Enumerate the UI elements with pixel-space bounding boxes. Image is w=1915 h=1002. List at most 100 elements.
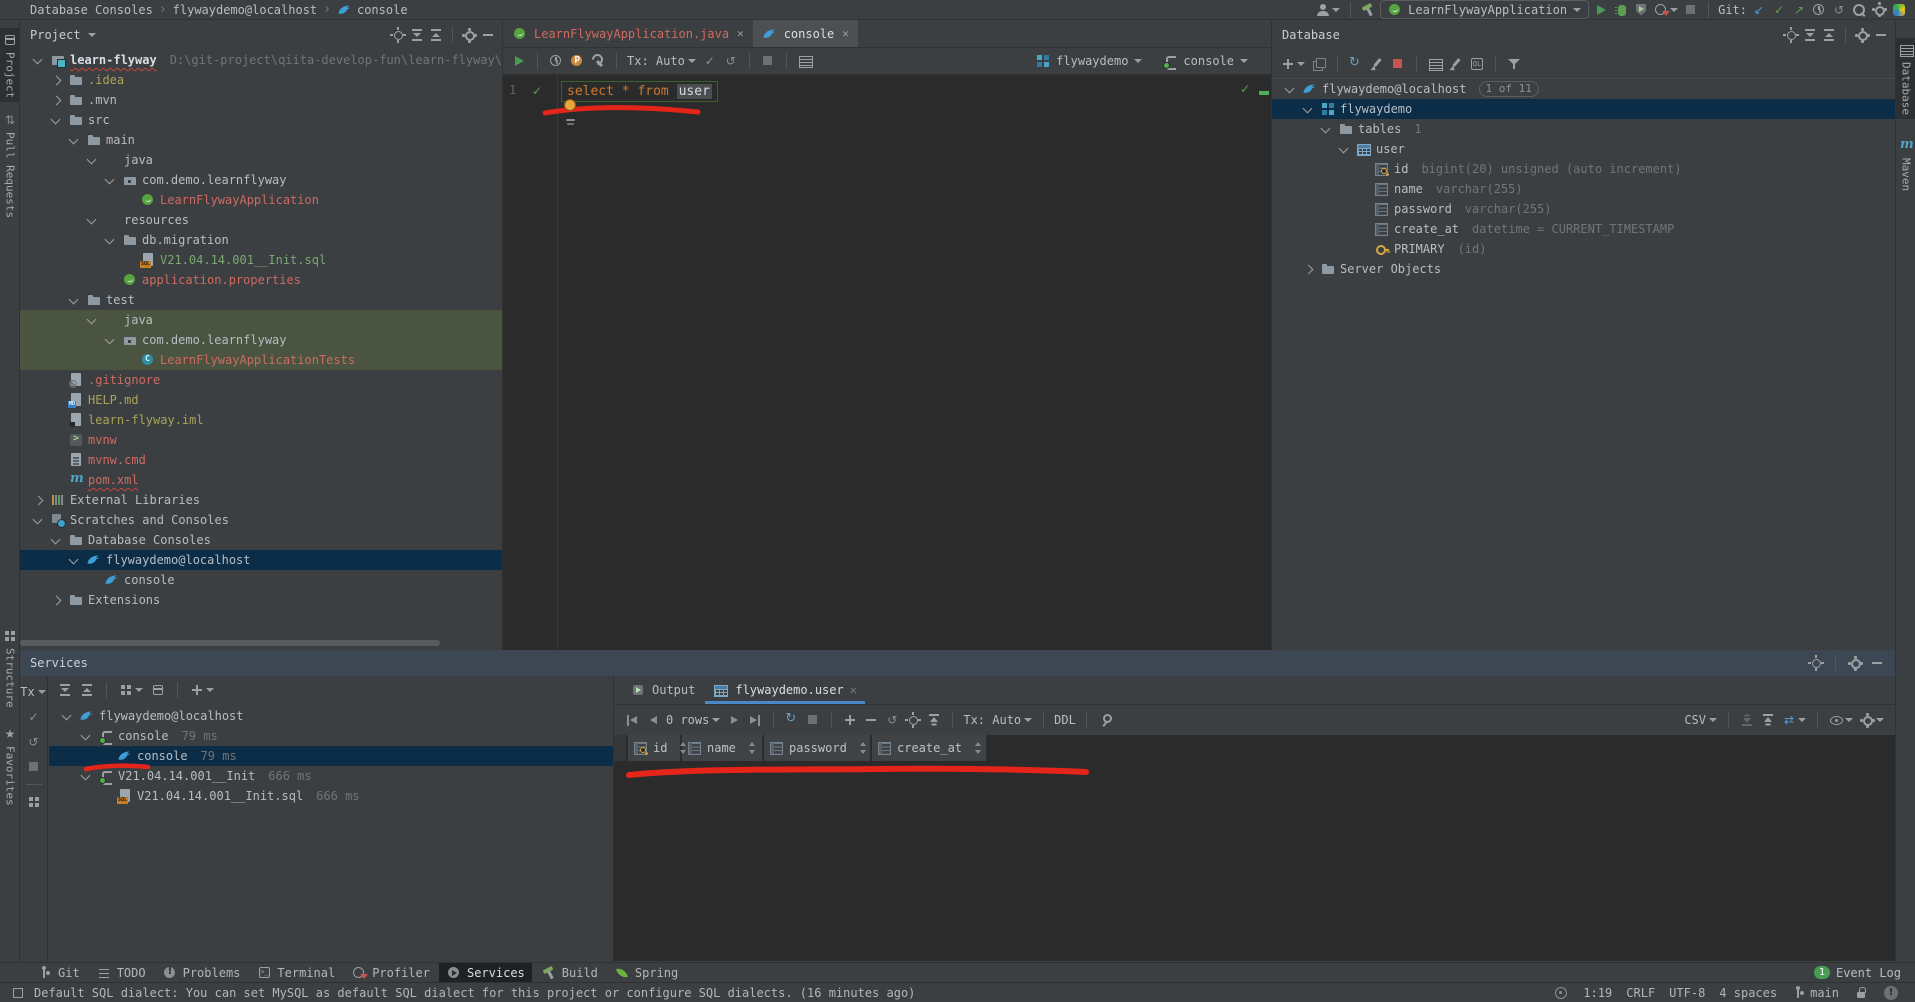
gear-button[interactable] <box>1847 655 1863 671</box>
minus-button[interactable] <box>863 712 879 728</box>
pencil-button[interactable] <box>1448 56 1464 72</box>
collapse-button[interactable] <box>428 27 444 43</box>
tree-item-console[interactable]: console <box>20 570 502 590</box>
tree-item-user[interactable]: user <box>1272 139 1895 159</box>
grid-column-id[interactable]: id <box>628 735 687 761</box>
sync-button[interactable] <box>784 711 800 728</box>
ql-button[interactable] <box>1469 56 1485 72</box>
chev-down-icon[interactable] <box>102 172 118 188</box>
chev-right-icon[interactable] <box>48 72 64 88</box>
editor-right-marker[interactable] <box>1259 91 1269 95</box>
tree-item-src[interactable]: src <box>20 110 502 130</box>
sync-button[interactable] <box>1348 55 1364 72</box>
tree-item-v21-04-14-001-init-sql[interactable]: V21.04.14.001__Init.sql <box>20 250 502 270</box>
tree-item-v21-04-14-001-init-sql[interactable]: V21.04.14.001__Init.sql 666 ms <box>49 786 613 806</box>
chev-down-icon[interactable] <box>84 212 100 228</box>
chev-down-icon[interactable] <box>102 232 118 248</box>
status-widget-main[interactable]: main <box>1791 985 1839 1001</box>
tree-item-console[interactable]: console 79 ms <box>49 726 613 746</box>
nav-last-button[interactable] <box>747 712 763 728</box>
profiler-button[interactable] <box>1653 2 1679 18</box>
toolwindow-button-profiler[interactable]: Profiler <box>344 963 437 982</box>
window-icon[interactable] <box>10 985 26 1001</box>
filter-button[interactable] <box>1506 56 1522 72</box>
sql-statement[interactable]: select * from user <box>561 81 718 102</box>
tree-item-mvnw-cmd[interactable]: mvnw.cmd <box>20 450 502 470</box>
updates-button[interactable] <box>1891 2 1907 18</box>
target-button[interactable] <box>1783 27 1799 43</box>
chev-down-icon[interactable] <box>84 152 100 168</box>
status-widget-warn[interactable] <box>1883 985 1899 1001</box>
tree-item-flywaydemo[interactable]: flywaydemo <box>1272 99 1895 119</box>
tree-item-mvnw[interactable]: mvnw <box>20 430 502 450</box>
grid-empty-rows[interactable] <box>614 761 1895 961</box>
clock-button[interactable] <box>1811 2 1827 18</box>
status-widget-lock[interactable] <box>1853 985 1869 1001</box>
chev-right-icon[interactable] <box>48 592 64 608</box>
tree-item-application-properties[interactable]: application.properties <box>20 270 502 290</box>
exec-table-button[interactable] <box>797 53 813 69</box>
target-button[interactable] <box>390 27 406 43</box>
toolwindow-button-todo[interactable]: TODO <box>89 963 153 982</box>
horizontal-scrollbar[interactable] <box>20 640 440 646</box>
undo-button[interactable]: ↺ <box>884 712 900 728</box>
tree-item-main[interactable]: main <box>20 130 502 150</box>
wrench-button[interactable] <box>590 53 606 69</box>
chev-down-icon[interactable] <box>84 312 100 328</box>
tool-stripe-button-structure[interactable]: Structure <box>0 628 20 708</box>
editor-tab-learnflywayapplication-java[interactable]: LearnFlywayApplication.java ✕ <box>503 20 753 47</box>
pp-button[interactable] <box>569 53 585 69</box>
gear-button[interactable] <box>1859 712 1885 728</box>
undo-button[interactable]: ↺ <box>1831 2 1847 18</box>
toolbar-label-ddl[interactable]: DDL <box>1054 713 1076 727</box>
result-tab-output[interactable]: Output <box>622 676 703 704</box>
toolwindow-button-services[interactable]: Services <box>438 963 532 982</box>
grid-view-button[interactable] <box>118 682 144 698</box>
tree-item-name[interactable]: name varchar(255) <box>1272 179 1895 199</box>
toolbar-label-git[interactable]: Git: <box>1718 3 1747 17</box>
minus-button[interactable] <box>1869 655 1885 671</box>
chev-down-icon[interactable] <box>102 332 118 348</box>
stop-red-button[interactable] <box>1390 56 1406 72</box>
tree-item-extensions[interactable]: Extensions <box>20 590 502 610</box>
exec-table-button[interactable] <box>1427 56 1443 72</box>
toolwindow-button-spring[interactable]: Spring <box>607 963 685 982</box>
stop-button[interactable] <box>805 712 821 728</box>
status-message[interactable]: Default SQL dialect: You can set MySQL a… <box>34 986 915 1000</box>
status-widget-1-19[interactable]: 1:19 <box>1583 986 1612 1000</box>
chev-down-icon[interactable] <box>1336 141 1352 157</box>
status-widget-utf-8[interactable]: UTF-8 <box>1669 986 1705 1000</box>
event-log-button[interactable]: Event Log <box>1836 966 1901 980</box>
frame-button[interactable] <box>150 682 166 698</box>
status-widget-4-spaces[interactable]: 4 spaces <box>1719 986 1777 1000</box>
tree-item-gitignore[interactable]: .gitignore <box>20 370 502 390</box>
minus-button[interactable] <box>1873 27 1889 43</box>
nav-prev-button[interactable] <box>645 712 661 728</box>
undo-button[interactable]: ↺ <box>723 53 739 69</box>
sort-icon[interactable] <box>859 742 868 754</box>
copy-button[interactable] <box>1311 56 1327 72</box>
hammer-button[interactable] <box>1360 2 1376 18</box>
chev-right-icon[interactable] <box>1300 261 1316 277</box>
chev-down-icon[interactable] <box>1318 121 1334 137</box>
tool-stripe-button-favorites[interactable]: ★ Favorites <box>0 726 20 806</box>
chev-down-icon[interactable] <box>1282 81 1298 97</box>
toolwindow-button-build[interactable]: Build <box>534 963 605 982</box>
tree-item-id[interactable]: id bigint(20) unsigned (auto increment) <box>1272 159 1895 179</box>
minus-button[interactable] <box>480 27 496 43</box>
chev-down-icon[interactable] <box>66 292 82 308</box>
gear-button[interactable] <box>1854 27 1870 43</box>
chev-right-icon[interactable] <box>30 492 46 508</box>
tree-item-tables[interactable]: tables 1 <box>1272 119 1895 139</box>
session-selector[interactable]: console <box>1162 53 1249 70</box>
tree-item-help-md[interactable]: HELP.md <box>20 390 502 410</box>
tree-item-mvn[interactable]: .mvn <box>20 90 502 110</box>
tree-item-server-objects[interactable]: Server Objects <box>1272 259 1895 279</box>
breadcrumb[interactable]: Database Consoles › flywaydemo@localhost › c… <box>0 2 408 18</box>
toolbar-label-tx-auto[interactable]: Tx: Auto <box>963 712 1033 728</box>
tree-item-pom-xml[interactable]: pom.xml <box>20 470 502 490</box>
breadcrumb-item-flywaydemo-localhost[interactable]: flywaydemo@localhost <box>173 3 318 17</box>
status-widget-indicator[interactable] <box>1553 985 1569 1001</box>
chev-down-icon[interactable] <box>30 512 46 528</box>
toolwindow-button-git[interactable]: Git <box>30 963 87 982</box>
